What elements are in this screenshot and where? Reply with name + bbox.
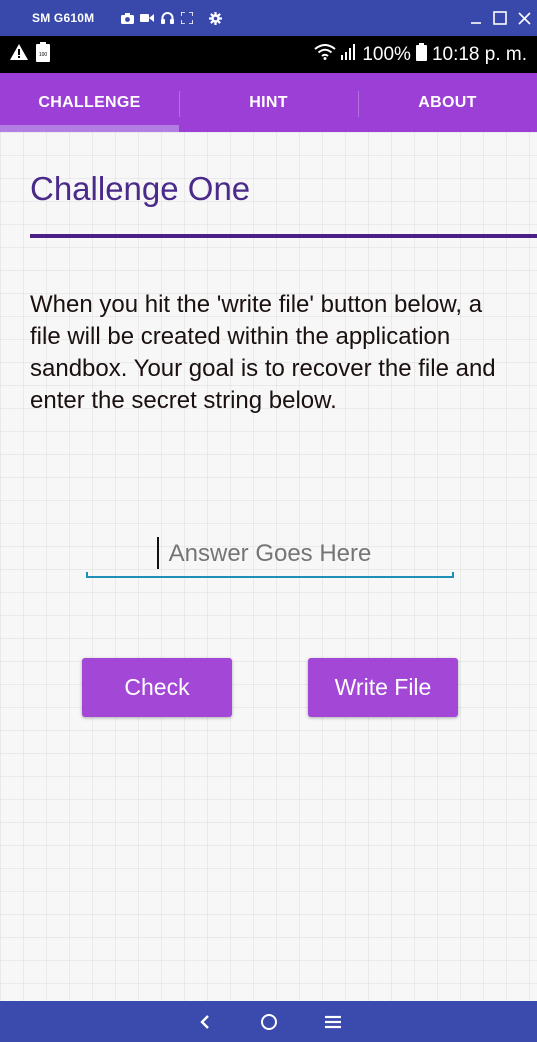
- tab-challenge[interactable]: CHALLENGE: [0, 73, 179, 132]
- answer-underline: [86, 572, 454, 578]
- text-cursor: [157, 537, 159, 569]
- window-title-bar: SM G610M: [0, 0, 537, 36]
- write-file-button[interactable]: Write File: [308, 658, 458, 717]
- minimize-icon[interactable]: [467, 9, 485, 27]
- status-bar: 100 100% 10:18 p. m.: [0, 36, 537, 73]
- menu-icon[interactable]: [320, 1009, 346, 1035]
- svg-text:100: 100: [39, 52, 48, 58]
- window-title: SM G610M: [32, 11, 95, 25]
- title-divider: [30, 234, 537, 238]
- back-icon[interactable]: [192, 1009, 218, 1035]
- window-toolbar: [120, 11, 222, 25]
- answer-field: [86, 532, 454, 578]
- page-title: Challenge One: [30, 170, 251, 207]
- clock: 10:18 p. m.: [431, 43, 527, 65]
- warning-icon: [10, 44, 28, 65]
- window-controls: [467, 0, 533, 36]
- battery-percent: 100%: [362, 43, 411, 65]
- challenge-content: Challenge One When you hit the 'write fi…: [0, 132, 537, 1001]
- answer-input[interactable]: [86, 532, 454, 576]
- close-icon[interactable]: [515, 9, 533, 27]
- maximize-icon[interactable]: [491, 9, 509, 27]
- home-icon[interactable]: [256, 1009, 282, 1035]
- battery-icon: [415, 42, 427, 67]
- wifi-icon: [314, 43, 336, 66]
- video-icon[interactable]: [140, 11, 155, 25]
- navigation-bar: [0, 1001, 537, 1042]
- headset-icon[interactable]: [160, 11, 174, 25]
- tab-about[interactable]: ABOUT: [358, 73, 537, 132]
- battery-100-icon: 100: [36, 42, 50, 67]
- check-button[interactable]: Check: [82, 658, 232, 717]
- fullscreen-icon[interactable]: [180, 11, 194, 25]
- signal-icon: [341, 43, 357, 66]
- camera-icon[interactable]: [120, 11, 134, 25]
- challenge-description: When you hit the 'write file' button bel…: [30, 291, 496, 414]
- settings-icon[interactable]: [208, 11, 222, 25]
- status-indicators: 100% 10:18 p. m.: [314, 36, 527, 73]
- tab-bar: CHALLENGE HINT ABOUT: [0, 73, 537, 132]
- status-notifications: 100: [10, 42, 50, 67]
- tab-hint[interactable]: HINT: [179, 73, 358, 132]
